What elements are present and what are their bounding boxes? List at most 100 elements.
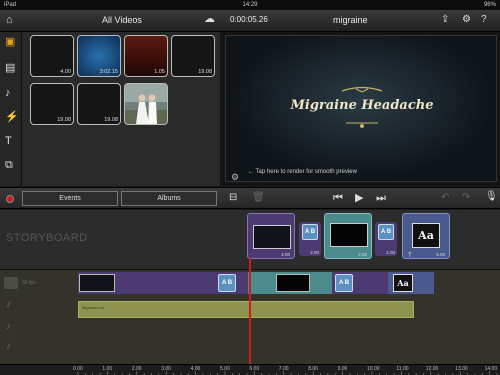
record-icon[interactable] — [6, 195, 14, 203]
music-note-icon: ♪ — [6, 299, 11, 310]
undo-icon[interactable]: ↶ — [441, 193, 449, 203]
title-glyph: Aa — [393, 274, 413, 292]
browser-title: All Videos — [102, 15, 142, 25]
clip-duration: 2.00 — [386, 250, 395, 255]
skip-forward-icon[interactable]: ⏭ — [376, 193, 386, 204]
ruler-label: 14.00 — [484, 366, 498, 372]
title-icon[interactable]: T — [5, 136, 12, 147]
render-gear-icon[interactable]: ⚙ — [231, 172, 239, 182]
preview-frame[interactable]: Migraine Headache ⚙ ← Tap here to render… — [225, 35, 497, 182]
tab-events[interactable]: Events — [22, 191, 118, 206]
control-bar: Events Albums ⊟ 🗑 ⏮ ▶ ⏭ ↶ ↷ 🎙 — [0, 187, 500, 209]
transition-icon[interactable]: A B — [335, 274, 353, 292]
transition-icon: A B — [378, 224, 394, 240]
media-browser: 4.00 3:02.15 1.05 19.08 19.08 19.08 — [22, 32, 221, 186]
title-icon: T — [408, 253, 412, 259]
film-icon[interactable]: ▣ — [5, 37, 15, 48]
microphone-icon[interactable]: 🎙 — [485, 192, 498, 202]
ruler-label: 0.00 — [73, 366, 83, 372]
ruler-label: 10.00 — [367, 366, 380, 372]
media-clip[interactable]: 4.00 — [30, 35, 74, 77]
wedding-photo-image — [125, 84, 167, 124]
audio-track[interactable]: Migraine.caf — [78, 301, 414, 318]
storyboard-label: STORYBOARD — [6, 232, 88, 244]
clip-duration: 5.00 — [436, 252, 445, 257]
ornament-icon — [341, 86, 383, 93]
home-icon[interactable]: ⌂ — [6, 15, 13, 26]
app: iPad 14:29 96% ⌂ All Videos ☁ 0:00:05.26… — [0, 0, 500, 375]
settings-icon[interactable]: ⚙ — [462, 15, 471, 25]
add-to-project-icon[interactable]: ⊟ — [229, 193, 237, 203]
transition-icon: A B — [302, 224, 318, 240]
clock: 14:29 — [242, 2, 258, 8]
ruler-label: 2.00 — [131, 366, 142, 372]
clip-duration: 1.05 — [154, 69, 165, 75]
ruler-label: 3.00 — [161, 366, 171, 372]
clip-duration: 4.00 — [60, 69, 71, 75]
storyboard-clip-selected[interactable]: 2.00 — [324, 213, 372, 259]
timeline-thumbnail — [276, 274, 310, 292]
media-clip[interactable]: 1.05 — [124, 35, 168, 77]
status-bar: iPad 14:29 96% — [0, 0, 500, 10]
top-toolbar: ⌂ All Videos ☁ 0:00:05.26 migraine ⇪ ⚙ ? — [0, 10, 500, 32]
carrier-label: iPad — [4, 2, 17, 8]
preview-title: Migraine Headache — [290, 98, 434, 113]
effects-icon[interactable]: ⚡ — [5, 112, 19, 123]
time-ruler[interactable]: 0.00 1.00 2.00 3.00 4.00 5.00 6.00 7.00 8.00 9.00… — [0, 364, 500, 375]
video-track[interactable]: A B A B Aa — [78, 272, 434, 294]
playhead[interactable] — [249, 258, 251, 366]
trash-icon[interactable]: 🗑 — [252, 193, 265, 203]
photo-icon[interactable]: ▤ — [5, 63, 15, 74]
skip-back-icon[interactable]: ⏮ — [333, 193, 343, 204]
storyboard-thumbnail — [253, 225, 291, 249]
audio-clip-label: Migraine.caf — [82, 305, 104, 310]
title-glyph: Aa — [412, 223, 440, 248]
clip-duration: 2.00 — [358, 252, 367, 257]
media-clip[interactable]: 19.08 — [30, 83, 74, 125]
play-icon[interactable]: ▶ — [355, 193, 363, 204]
storyboard-clip[interactable]: 4.00 — [247, 213, 295, 259]
render-hint[interactable]: ← Tap here to render for smooth preview — [248, 169, 357, 175]
preview-viewer[interactable]: Migraine Headache ⚙ ← Tap here to render… — [222, 32, 500, 186]
timeline-clip[interactable] — [79, 274, 115, 292]
storyboard-transition[interactable]: A B 2.00 — [299, 222, 321, 256]
brain-icon[interactable]: ☁ — [204, 14, 215, 25]
music-note-icon: ♪ — [6, 341, 11, 352]
tab-albums[interactable]: Albums — [121, 191, 217, 206]
transition-icon[interactable]: A B — [218, 274, 236, 292]
ruler-label: 5.00 — [220, 366, 230, 372]
library-icon[interactable]: ⧉ — [5, 160, 13, 171]
storyboard-title-clip[interactable]: Aa T 5.00 — [402, 213, 450, 259]
music-note-icon: ♪ — [6, 321, 11, 332]
battery-label: 96% — [483, 2, 496, 8]
clip-duration: 3:02.15 — [99, 69, 118, 75]
storyboard-thumbnail — [330, 223, 368, 247]
wedding-photo-clip[interactable] — [124, 83, 168, 125]
ruler-label: 4.00 — [190, 366, 201, 372]
redo-icon[interactable]: ↷ — [462, 193, 470, 203]
storyboard-transition[interactable]: A B 2.00 — [375, 222, 397, 256]
ruler-label: 12.00 — [425, 366, 439, 372]
ruler-label: 9.00 — [337, 366, 348, 372]
share-icon[interactable]: ⇪ — [441, 15, 449, 25]
media-clip[interactable]: 19.08 — [171, 35, 215, 77]
track-label: 30 fps — [22, 280, 36, 286]
music-icon[interactable]: ♪ — [5, 88, 11, 99]
ornament-icon — [346, 122, 378, 128]
media-clip[interactable]: 3:02.15 — [77, 35, 121, 77]
ruler-label: 1.00 — [102, 366, 113, 372]
ruler-label: 13.00 — [455, 366, 468, 372]
project-title: migraine — [333, 15, 368, 25]
clip-duration: 19.08 — [104, 117, 118, 123]
ruler-label: 6.00 — [249, 366, 260, 372]
help-icon[interactable]: ? — [481, 15, 487, 25]
track-settings-icon[interactable] — [4, 277, 18, 289]
clip-duration: 4.00 — [281, 252, 290, 257]
clip-duration: 2.00 — [310, 250, 319, 255]
clip-duration: 19.08 — [57, 117, 71, 123]
ruler-label: 7.00 — [278, 366, 289, 372]
ruler-label: 11.00 — [396, 366, 409, 372]
timecode: 0:00:05.26 — [230, 15, 268, 24]
media-clip[interactable]: 19.08 — [77, 83, 121, 125]
clip-duration: 19.08 — [198, 69, 212, 75]
